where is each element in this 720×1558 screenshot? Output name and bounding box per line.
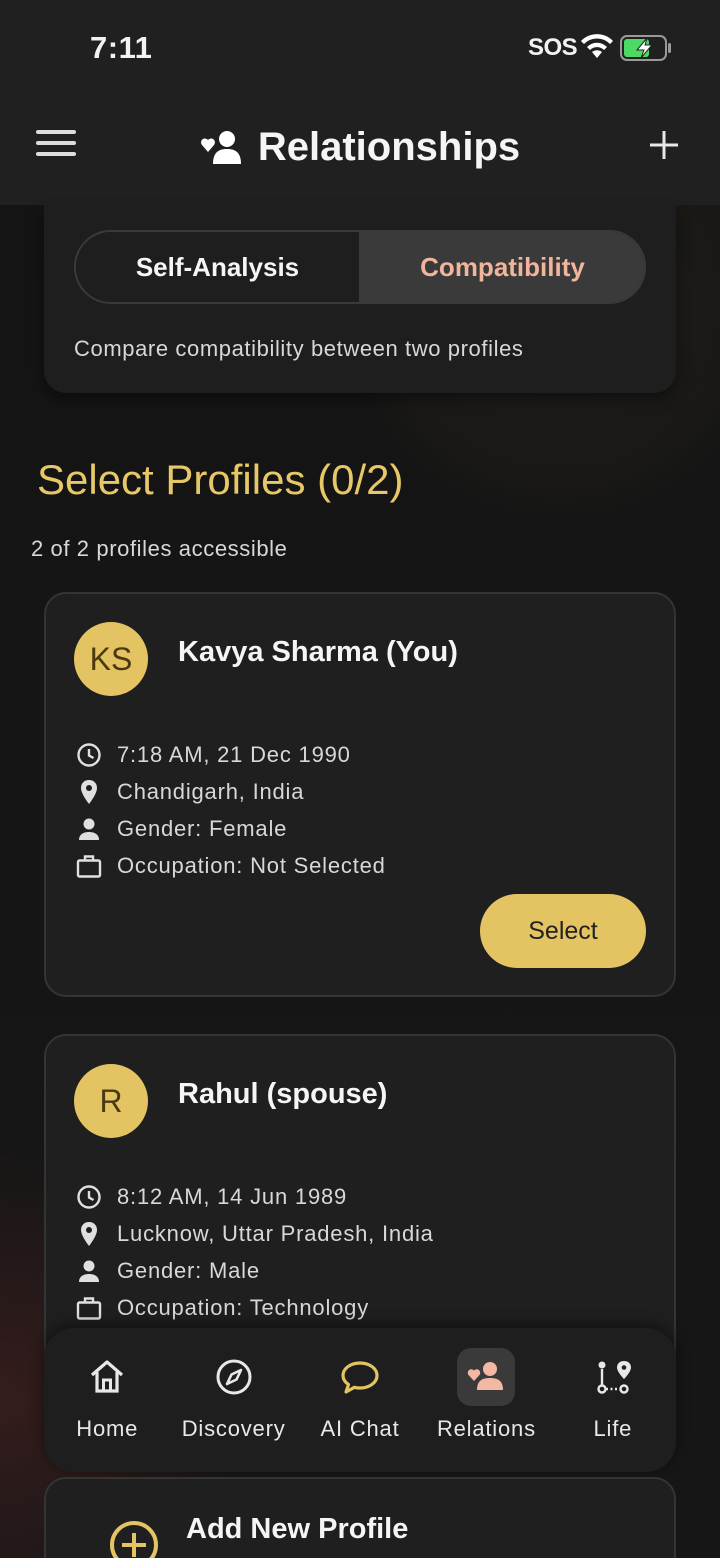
home-icon xyxy=(91,1360,124,1393)
avatar: R xyxy=(74,1064,148,1138)
nav-label: Discovery xyxy=(181,1416,286,1441)
nav-ai-chat[interactable]: AI Chat xyxy=(297,1328,423,1472)
nav-label: Life xyxy=(593,1416,633,1441)
add-circle-icon xyxy=(110,1521,158,1558)
mode-segmented-control: Self-Analysis Compatibility xyxy=(74,230,646,304)
compass-icon xyxy=(216,1359,252,1395)
people-heart-icon xyxy=(200,131,241,164)
person-icon xyxy=(79,818,99,840)
select-profiles-title: Select Profiles (0/2) xyxy=(37,456,404,503)
birth-datetime-row: 7:18 AM, 21 Dec 1990 xyxy=(76,740,351,770)
birth-location: Chandigarh, India xyxy=(117,779,305,804)
birth-datetime: 7:18 AM, 21 Dec 1990 xyxy=(117,742,351,767)
status-carrier: SOS xyxy=(528,34,578,61)
nav-label: Home xyxy=(76,1416,139,1441)
nav-home[interactable]: Home xyxy=(44,1328,170,1472)
people-heart-icon-wrap xyxy=(457,1348,516,1406)
location-row: Chandigarh, India xyxy=(76,777,304,807)
nav-relations[interactable]: Relations xyxy=(423,1328,549,1472)
profile-name: Rahul (spouse) xyxy=(178,1078,388,1110)
nav-label: AI Chat xyxy=(320,1416,400,1441)
clock-icon xyxy=(77,1185,101,1209)
home-icon-wrap xyxy=(78,1348,136,1406)
select-button[interactable]: Select xyxy=(480,894,646,968)
add-new-profile-label: Add New Profile xyxy=(186,1513,409,1545)
nav-discovery[interactable]: Discovery xyxy=(170,1328,296,1472)
nav-life[interactable]: Life xyxy=(550,1328,676,1472)
occupation: Occupation: Not Selected xyxy=(117,853,386,878)
profile-card[interactable]: KS Kavya Sharma (You) 7:18 AM, 21 Dec 19… xyxy=(44,592,676,997)
app-header: 7:11 SOS Relationships xyxy=(0,0,720,205)
page-title-group: Relationships xyxy=(0,118,720,176)
battery-charging-icon xyxy=(620,35,671,61)
birth-datetime: 8:12 AM, 14 Jun 1989 xyxy=(117,1184,348,1209)
gender: Gender: Male xyxy=(117,1258,260,1283)
tab-self-analysis[interactable]: Self-Analysis xyxy=(76,232,361,302)
location-row: Lucknow, Uttar Pradesh, India xyxy=(76,1219,434,1249)
location-pin-icon xyxy=(81,1222,97,1246)
occupation-row: Occupation: Not Selected xyxy=(76,851,386,881)
nav-label: Relations xyxy=(436,1416,536,1441)
briefcase-icon xyxy=(76,1297,102,1320)
chat-bubble-icon xyxy=(341,1361,379,1394)
briefcase-icon xyxy=(76,855,102,878)
occupation: Occupation: Technology xyxy=(117,1295,370,1320)
timeline-nodes-icon xyxy=(597,1361,631,1394)
status-time: 7:11 xyxy=(90,30,153,65)
profile-name: Kavya Sharma (You) xyxy=(178,636,458,668)
analysis-mode-card: Self-Analysis Compatibility Compare comp… xyxy=(44,205,676,393)
timeline-nodes-icon-wrap xyxy=(584,1348,642,1406)
chat-bubble-icon-wrap xyxy=(331,1348,389,1406)
page-title: Relationships xyxy=(257,124,521,169)
add-new-profile-card[interactable]: Add New Profile xyxy=(44,1477,676,1558)
occupation-row: Occupation: Technology xyxy=(76,1293,369,1323)
avatar: KS xyxy=(74,622,148,696)
gender: Gender: Female xyxy=(117,816,288,841)
mode-description: Compare compatibility between two profil… xyxy=(74,336,524,361)
add-icon[interactable] xyxy=(648,129,680,161)
tab-compatibility[interactable]: Compatibility xyxy=(361,232,644,302)
people-heart-icon xyxy=(468,1362,504,1390)
wifi-icon xyxy=(581,34,613,58)
gender-row: Gender: Female xyxy=(76,814,287,844)
birth-datetime-row: 8:12 AM, 14 Jun 1989 xyxy=(76,1182,347,1212)
location-pin-icon xyxy=(81,780,97,804)
profiles-accessible-count: 2 of 2 profiles accessible xyxy=(31,536,288,561)
person-icon xyxy=(79,1260,99,1282)
bottom-navigation: Home Discovery AI Chat Relations Life xyxy=(44,1328,676,1472)
birth-location: Lucknow, Uttar Pradesh, India xyxy=(117,1221,434,1246)
clock-icon xyxy=(77,743,101,767)
compass-icon-wrap xyxy=(205,1348,263,1406)
gender-row: Gender: Male xyxy=(76,1256,260,1286)
